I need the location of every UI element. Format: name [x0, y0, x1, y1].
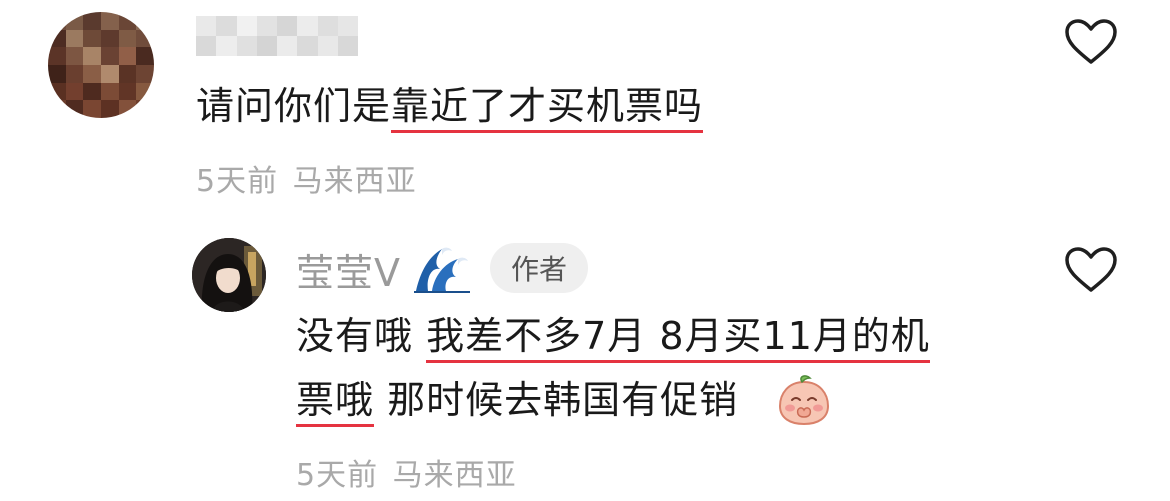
- heart-outline-icon: [1065, 247, 1117, 292]
- reply-text-highlight-2: 票哦: [296, 378, 375, 427]
- reply-location: 马来西亚: [392, 458, 517, 493]
- pleading-peach-emoji-icon: [776, 372, 832, 426]
- author-name-text: 莹莹V: [296, 251, 401, 295]
- reply-meta: 5天前 马来西亚: [296, 450, 517, 494]
- reply-time: 5天前: [296, 458, 379, 493]
- comment-text-highlight: 靠近了才买机票吗: [391, 84, 704, 133]
- reply-like-button[interactable]: [1064, 246, 1118, 294]
- comment-text: 请问你们是靠近了才买机票吗: [196, 82, 704, 133]
- comment-location: 马来西亚: [292, 164, 417, 199]
- author-badge-text: 作者: [510, 253, 567, 286]
- heart-outline-icon: [1065, 19, 1117, 64]
- author-name[interactable]: 莹莹V: [296, 242, 401, 297]
- comment-meta: 5天前 马来西亚: [196, 156, 417, 200]
- comment-time: 5天前: [196, 164, 279, 199]
- author-avatar-image: [192, 238, 266, 312]
- reply-text-line-1: 没有哦 我差不多7月 8月买11月的机: [296, 312, 930, 363]
- wave-emoji-icon: [414, 243, 470, 293]
- reply-text-highlight-1: 我差不多7月 8月买11月的机: [426, 314, 930, 363]
- reply-text-line-2: 票哦 那时候去韩国有促销: [296, 376, 739, 427]
- reply-text-plain-1: 没有哦: [296, 314, 427, 358]
- author-avatar[interactable]: [192, 238, 266, 312]
- like-button[interactable]: [1064, 18, 1118, 66]
- commenter-name-redacted[interactable]: [196, 16, 358, 56]
- commenter-avatar[interactable]: [48, 12, 154, 118]
- comment-text-plain: 请问你们是: [196, 84, 392, 128]
- reply-text-plain-2: 那时候去韩国有促销: [374, 378, 739, 422]
- author-badge: 作者: [490, 243, 588, 293]
